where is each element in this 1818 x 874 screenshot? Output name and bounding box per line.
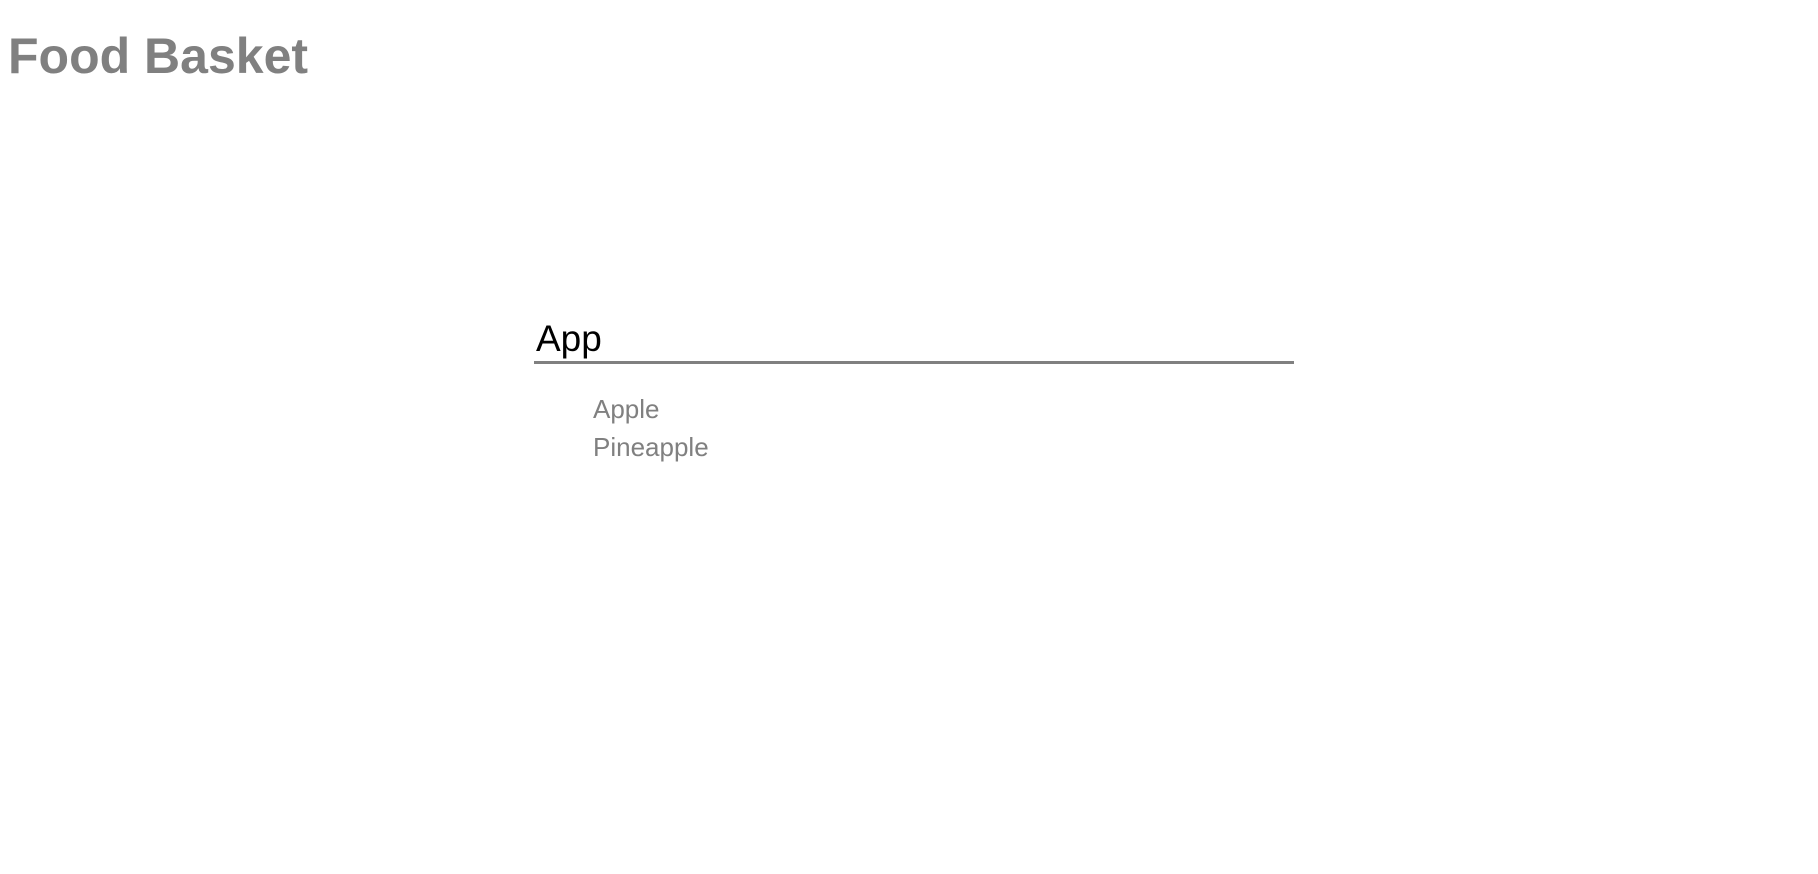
page: Food Basket Apple Pineapple — [0, 0, 1818, 874]
search-container: Apple Pineapple — [534, 316, 1294, 462]
suggestions-list: Apple Pineapple — [593, 390, 709, 466]
suggestion-item-pineapple[interactable]: Pineapple — [593, 428, 709, 466]
search-input[interactable] — [534, 316, 1294, 364]
suggestion-item-apple[interactable]: Apple — [593, 390, 709, 428]
app-title: Food Basket — [8, 28, 309, 84]
